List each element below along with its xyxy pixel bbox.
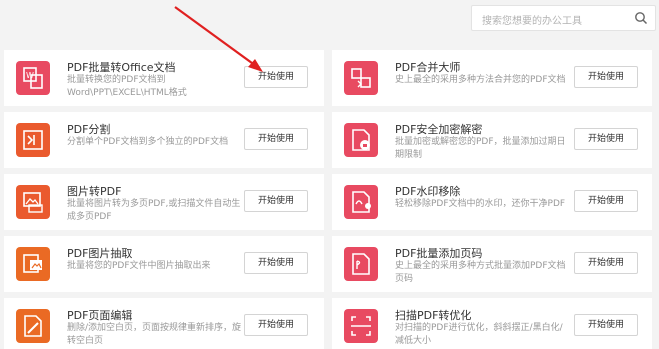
tool-description: 批量转换您的PDF文档到Word\PPT\EXCEL\HTML格式	[67, 75, 187, 98]
tool-title: PDF图片抽取	[67, 247, 133, 260]
pdf-image-extract-icon	[16, 247, 50, 281]
start-button[interactable]: 开始使用	[244, 66, 308, 88]
tool-title: PDF分割	[67, 123, 111, 136]
tool-title: PDF页面编辑	[67, 309, 133, 322]
tool-card: PDF合并大师 史上最全的采用多种方法合并您的PDF文档 开始使用	[332, 50, 652, 106]
tool-description: 批量将图片转为多页PDF,或扫描文件自动生成多页PDF	[67, 199, 241, 222]
start-button[interactable]: 开始使用	[244, 252, 308, 274]
tool-card: PDF水印移除 轻松移除PDF文档中的水印，还你干净PDF 开始使用	[332, 174, 652, 230]
tool-card: PDF图片抽取 批量将您的PDF文件中图片抽取出来 开始使用	[4, 236, 324, 292]
pdf-encrypt-icon	[344, 123, 378, 157]
pdf-to-office-icon: W	[16, 61, 50, 95]
tool-card: 图片转PDF 批量将图片转为多页PDF,或扫描文件自动生成多页PDF 开始使用	[4, 174, 324, 230]
tool-description: 分割单个PDF文档到多个独立的PDF文档	[67, 137, 229, 147]
search-icon[interactable]	[633, 10, 649, 26]
tool-description: 对扫描的PDF进行优化，斜斜摆正/黑白化/减低大小	[395, 323, 563, 346]
tool-title: PDF批量添加页码	[395, 247, 483, 260]
start-button[interactable]: 开始使用	[574, 314, 638, 336]
start-button[interactable]: 开始使用	[574, 252, 638, 274]
tool-description: 轻松移除PDF文档中的水印，还你干净PDF	[395, 199, 566, 209]
tool-title: PDF批量转Office文档	[67, 61, 176, 74]
tool-description: 史上最全的采用多种方式批量添加PDF文档页码	[395, 261, 566, 284]
tool-description: 史上最全的采用多种方法合并您的PDF文档	[395, 75, 566, 85]
tool-card: 扫描PDF转优化 对扫描的PDF进行优化，斜斜摆正/黑白化/减低大小 开始使用	[332, 298, 652, 349]
start-button[interactable]: 开始使用	[574, 190, 638, 212]
search-box[interactable]: 搜索您想要的办公工具	[471, 5, 656, 31]
tool-title: 图片转PDF	[67, 185, 122, 198]
tool-card: PDF分割 分割单个PDF文档到多个独立的PDF文档 开始使用	[4, 112, 324, 168]
start-button[interactable]: 开始使用	[574, 128, 638, 150]
image-to-pdf-icon	[16, 185, 50, 219]
start-button[interactable]: 开始使用	[244, 128, 308, 150]
tool-card: PDF批量添加页码 史上最全的采用多种方式批量添加PDF文档页码 开始使用	[332, 236, 652, 292]
tool-title: PDF安全加密解密	[395, 123, 483, 136]
start-button[interactable]: 开始使用	[244, 314, 308, 336]
pdf-page-edit-icon	[16, 309, 50, 343]
tool-description: 批量将您的PDF文件中图片抽取出来	[67, 261, 211, 271]
tool-card: PDF页面编辑 删除/添加空白页，页面按规律重新排序，旋转空白页 开始使用	[4, 298, 324, 349]
start-button[interactable]: 开始使用	[574, 66, 638, 88]
scan-pdf-optimize-icon	[344, 309, 378, 343]
pdf-watermark-remove-icon	[344, 185, 378, 219]
tool-description: 删除/添加空白页，页面按规律重新排序，旋转空白页	[67, 323, 242, 346]
start-button[interactable]: 开始使用	[244, 190, 308, 212]
pdf-merge-icon	[344, 61, 378, 95]
tool-title: PDF水印移除	[395, 185, 461, 198]
search-input[interactable]: 搜索您想要的办公工具	[482, 12, 582, 27]
pdf-page-number-icon	[344, 247, 378, 281]
tool-card: PDF安全加密解密 批量加密或解密您的PDF，批量添加过期日期限制 开始使用	[332, 112, 652, 168]
tool-description: 批量加密或解密您的PDF，批量添加过期日期限制	[395, 137, 566, 160]
tool-card: W PDF批量转Office文档 批量转换您的PDF文档到Word\PPT\EX…	[4, 50, 324, 106]
tool-title: PDF合并大师	[395, 61, 461, 74]
tool-title: 扫描PDF转优化	[395, 309, 472, 322]
pdf-split-icon	[16, 123, 50, 157]
